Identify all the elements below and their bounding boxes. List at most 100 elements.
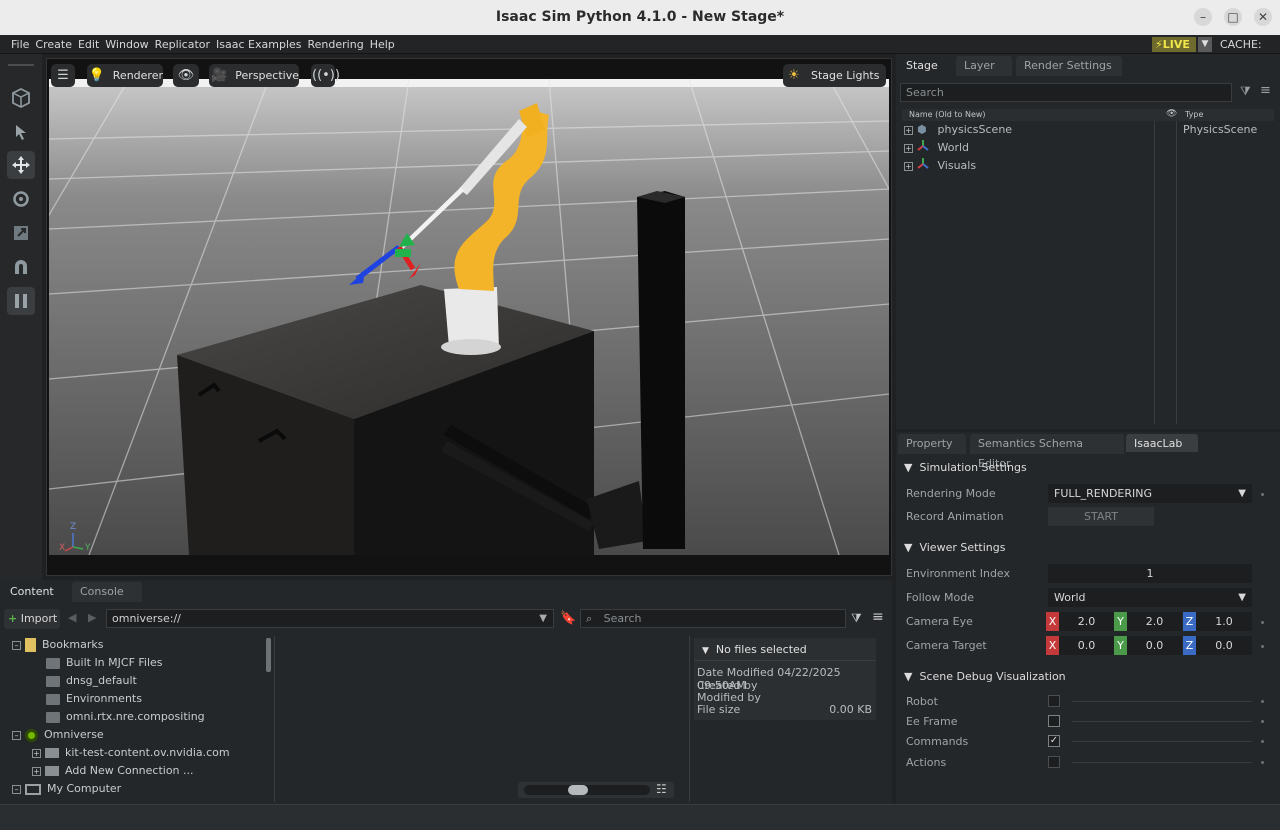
- menu-icon[interactable]: ≡: [1260, 83, 1271, 98]
- tree-scrollbar[interactable]: [266, 638, 271, 672]
- expand-icon[interactable]: +: [32, 748, 41, 758]
- minimize-button[interactable]: –: [1194, 8, 1212, 26]
- collapse-icon[interactable]: –: [12, 640, 21, 650]
- debug-ee-frame-checkbox[interactable]: [1048, 715, 1060, 727]
- collapse-icon[interactable]: –: [12, 730, 21, 740]
- scene-debug-header[interactable]: ▼ Scene Debug Visualization: [904, 670, 1066, 683]
- tree-item[interactable]: Environments: [46, 690, 142, 708]
- viewport[interactable]: Z X Y ☰ 💡 Renderer 👁 🎥 Perspective ((•))…: [46, 58, 892, 576]
- details-header[interactable]: ▼ No files selected: [702, 643, 807, 656]
- expand-icon[interactable]: +: [904, 125, 913, 135]
- toolbar-grip[interactable]: [8, 64, 34, 66]
- visibility-button[interactable]: 👁: [173, 64, 199, 87]
- menu-file[interactable]: File: [8, 35, 32, 54]
- tree-item[interactable]: omni.rtx.nre.compositing: [46, 708, 205, 726]
- col-type-header[interactable]: Type: [1185, 110, 1203, 119]
- tree-item[interactable]: Built In MJCF Files: [46, 654, 163, 672]
- file-grid[interactable]: [276, 636, 688, 802]
- tab-isaaclab[interactable]: IsaacLab: [1126, 434, 1198, 454]
- tab-console[interactable]: Console: [72, 582, 142, 602]
- move-icon[interactable]: [7, 151, 35, 179]
- stage-row-world[interactable]: + World: [904, 139, 969, 156]
- cube-icon[interactable]: [7, 84, 35, 112]
- collapse-icon[interactable]: –: [12, 784, 21, 794]
- content-search-input[interactable]: ⌕ Search: [580, 609, 846, 628]
- expand-icon[interactable]: +: [904, 143, 913, 153]
- stage-row-physicsscene[interactable]: + ⬢ physicsScene: [904, 121, 1012, 138]
- live-dropdown-button[interactable]: ▼: [1198, 37, 1212, 52]
- tree-omniverse[interactable]: – Omniverse: [12, 726, 104, 744]
- menu-window[interactable]: Window: [102, 35, 151, 54]
- live-button[interactable]: ⚡LIVE: [1152, 37, 1196, 52]
- broadcast-button[interactable]: ((•)): [311, 64, 340, 87]
- tab-stage[interactable]: Stage: [898, 56, 956, 76]
- menu-edit[interactable]: Edit: [75, 35, 102, 54]
- collapse-triangle-icon: ▼: [904, 670, 913, 683]
- back-arrow-icon[interactable]: ◀: [68, 611, 76, 624]
- stage-row-physicsscene-type: PhysicsScene: [1183, 123, 1258, 136]
- camera-target-x-field[interactable]: 0.0: [1059, 636, 1114, 655]
- camera-button[interactable]: 🎥 Perspective: [209, 64, 299, 87]
- chevron-down-icon[interactable]: ▼: [539, 610, 547, 627]
- visibility-header-eye-icon[interactable]: 👁: [1166, 109, 1177, 119]
- menu-replicator[interactable]: Replicator: [152, 35, 213, 54]
- broadcast-icon: ((•)): [312, 68, 340, 83]
- renderer-button[interactable]: 💡 Renderer: [87, 64, 163, 87]
- thumbnail-size-control[interactable]: ☷: [518, 782, 674, 798]
- simulation-settings-header[interactable]: ▼ Simulation Settings: [904, 461, 1027, 474]
- menu-create[interactable]: Create: [32, 35, 75, 54]
- camera-eye-z-field[interactable]: 1.0: [1196, 612, 1252, 631]
- expand-icon[interactable]: +: [32, 766, 41, 776]
- stage-search-input[interactable]: Search: [900, 83, 1232, 102]
- follow-mode-dropdown[interactable]: World ▼: [1048, 588, 1252, 607]
- debug-actions-checkbox[interactable]: [1048, 756, 1060, 768]
- tree-item[interactable]: dnsg_default: [46, 672, 137, 690]
- tree-bookmarks[interactable]: – Bookmarks: [12, 636, 103, 654]
- camera-target-z-field[interactable]: 0.0: [1196, 636, 1252, 655]
- camera-target-y-field[interactable]: 0.0: [1127, 636, 1182, 655]
- camera-eye-y-field[interactable]: 2.0: [1127, 612, 1182, 631]
- menu-icon[interactable]: ≡: [872, 609, 884, 625]
- record-start-button[interactable]: START: [1048, 507, 1154, 526]
- size-slider-handle[interactable]: [568, 785, 588, 795]
- close-button[interactable]: ✕: [1254, 8, 1272, 26]
- stage-row-visuals[interactable]: + Visuals: [904, 157, 976, 174]
- stage-lights-button[interactable]: ☀ Stage Lights: [783, 64, 886, 87]
- tab-layer[interactable]: Layer: [956, 56, 1012, 76]
- expand-icon[interactable]: +: [904, 161, 913, 171]
- rendering-mode-dropdown[interactable]: FULL_RENDERING ▼: [1048, 484, 1252, 503]
- tab-semantics-schema-editor[interactable]: Semantics Schema Editor: [970, 434, 1124, 470]
- snap-magnet-icon[interactable]: [7, 253, 35, 281]
- menu-isaac-examples[interactable]: Isaac Examples: [213, 35, 304, 54]
- tree-my-computer[interactable]: – My Computer: [12, 780, 121, 798]
- list-view-icon[interactable]: ☷: [656, 782, 667, 796]
- tree-item[interactable]: + Add New Connection ...: [32, 762, 194, 780]
- scene-render[interactable]: [49, 79, 889, 555]
- debug-commands-checkbox[interactable]: ✓: [1048, 735, 1060, 747]
- bookmark-icon[interactable]: 🔖: [560, 611, 576, 626]
- viewer-settings-header[interactable]: ▼ Viewer Settings: [904, 541, 1005, 554]
- tab-render-settings[interactable]: Render Settings: [1016, 56, 1122, 76]
- filter-icon[interactable]: ⧩: [851, 611, 862, 626]
- path-input[interactable]: omniverse:// ▼: [106, 609, 554, 628]
- tab-property[interactable]: Property: [898, 434, 966, 454]
- environment-index-field[interactable]: 1: [1048, 564, 1252, 583]
- select-arrow-icon[interactable]: [7, 118, 35, 146]
- menu-rendering[interactable]: Rendering: [305, 35, 367, 54]
- maximize-button[interactable]: □: [1224, 8, 1242, 26]
- filter-icon[interactable]: ⧩: [1240, 84, 1251, 99]
- tree-item[interactable]: + kit-test-content.ov.nvidia.com: [32, 744, 230, 762]
- menu-help[interactable]: Help: [367, 35, 398, 54]
- scale-icon[interactable]: [7, 219, 35, 247]
- pause-icon[interactable]: [7, 287, 35, 315]
- viewport-settings-button[interactable]: ☰: [51, 64, 75, 87]
- axis-label-y: Y: [85, 543, 91, 553]
- rotate-icon[interactable]: [7, 185, 35, 213]
- camera-eye-x-field[interactable]: 2.0: [1059, 612, 1114, 631]
- tab-content[interactable]: Content: [2, 582, 70, 602]
- forward-arrow-icon[interactable]: ▶: [88, 611, 96, 624]
- import-button[interactable]: + Import: [4, 609, 60, 629]
- lightbulb-icon: 💡: [88, 68, 105, 83]
- debug-robot-checkbox[interactable]: [1048, 695, 1060, 707]
- col-name-header[interactable]: Name (Old to New): [909, 110, 986, 119]
